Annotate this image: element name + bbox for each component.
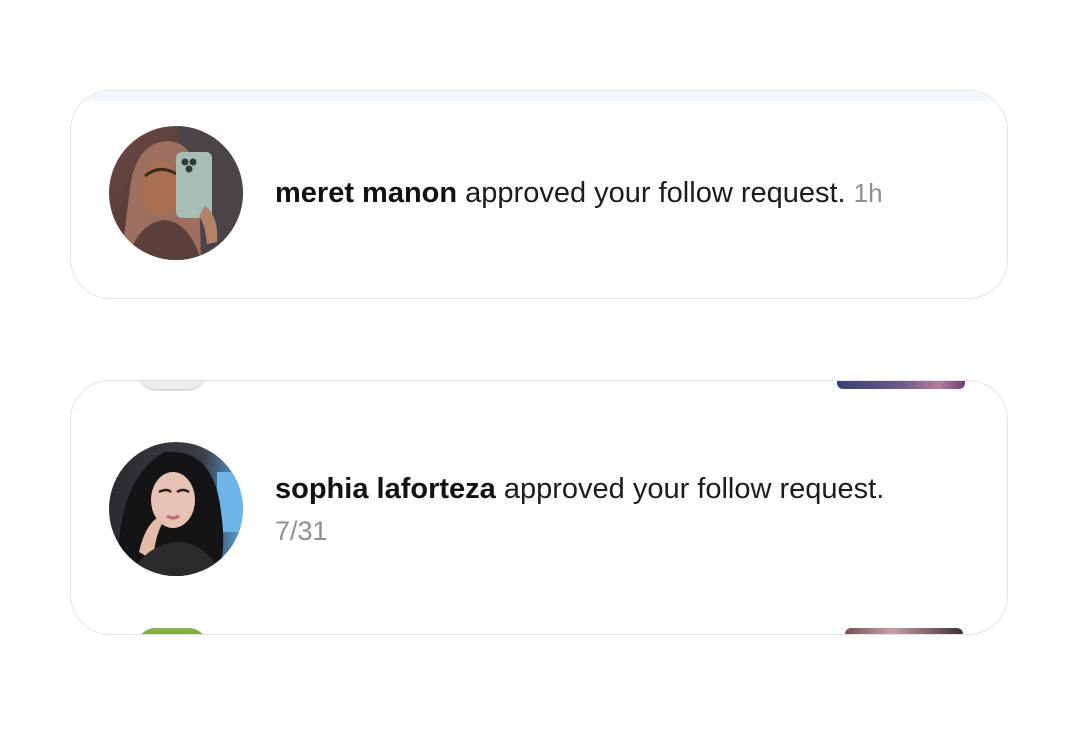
card-top-tint (71, 91, 1007, 101)
notifications-page: meret manon approved your follow request… (0, 0, 1080, 744)
avatar-photo-icon (109, 126, 243, 260)
username[interactable]: sophia laforteza (275, 473, 496, 505)
notification-text: meret manon approved your follow request… (275, 171, 967, 215)
notification-card[interactable]: sophia laforteza approved your follow re… (70, 380, 1008, 635)
avatar[interactable] (109, 126, 243, 260)
adjacent-thumbnail-fragment (837, 381, 965, 389)
timestamp: 1h (853, 178, 883, 208)
timestamp: 7/31 (275, 516, 328, 546)
avatar-photo-icon (109, 442, 243, 576)
adjacent-avatar-fragment (137, 381, 207, 391)
notification-card[interactable]: meret manon approved your follow request… (70, 90, 1008, 299)
adjacent-thumbnail-fragment (845, 628, 963, 634)
notification-message: approved your follow request. (457, 177, 846, 209)
notification-text: sophia laforteza approved your follow re… (275, 467, 967, 551)
username[interactable]: meret manon (275, 177, 457, 209)
adjacent-avatar-fragment (137, 628, 207, 634)
notification-message: approved your follow request. (495, 473, 885, 505)
avatar[interactable] (109, 442, 243, 576)
